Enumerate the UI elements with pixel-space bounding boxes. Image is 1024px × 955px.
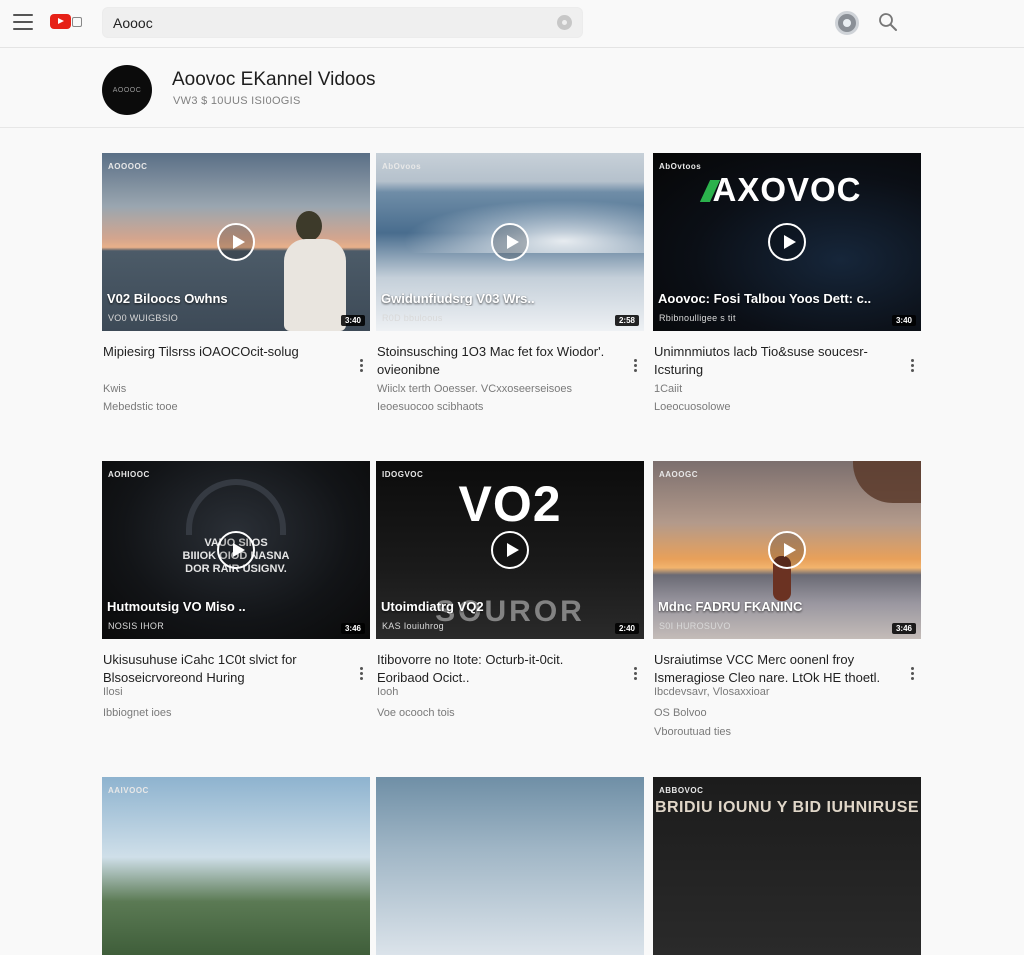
video-title[interactable]: Usraiutimse VCC Merc oonenl froy Ismerag… bbox=[654, 651, 894, 687]
thumbnail-tag: AAOOGC bbox=[659, 470, 698, 479]
video-thumbnail[interactable]: IDOGVOC VO2 SOUROR Utoimdiatrg VQ2 KAS I… bbox=[376, 461, 644, 639]
video-meta-secondary: Ibbiognet ioes bbox=[103, 707, 172, 719]
play-icon[interactable] bbox=[217, 531, 255, 569]
channel-title: Aoovoc EKannel Vidoos bbox=[172, 69, 376, 90]
thumbnail-headline: BRIDIU IOUNU Y BID IUHNIRUSE bbox=[654, 799, 920, 816]
video-thumbnail[interactable]: ABBOVOC BRIDIU IOUNU Y BID IUHNIRUSE bbox=[653, 777, 921, 955]
video-thumbnail[interactable]: AAOOGC Mdnc FADRU FKANINC S0I HUROSUVO 3… bbox=[653, 461, 921, 639]
video-meta-secondary: OS Bolvoo bbox=[654, 707, 707, 719]
more-options-icon[interactable] bbox=[360, 359, 364, 373]
video-thumbnail[interactable]: AbOvoos Gwidunfiudsrg V03 Wrs.. R0D bbul… bbox=[376, 153, 644, 331]
video-title[interactable]: Ukisusuhuse iCahc 1C0t slvict for Blsose… bbox=[103, 651, 343, 687]
more-options-icon[interactable] bbox=[634, 359, 638, 373]
account-avatar-icon[interactable] bbox=[835, 11, 859, 35]
more-options-icon[interactable] bbox=[360, 667, 364, 681]
video-meta: Ibcdevsavr, Vlosaxxioar bbox=[654, 686, 770, 698]
play-icon[interactable] bbox=[768, 531, 806, 569]
thumbnail-caption: Utoimdiatrg VQ2 bbox=[381, 599, 484, 614]
play-icon[interactable] bbox=[217, 223, 255, 261]
thumbnail-caption: V02 Biloocs Owhns bbox=[107, 291, 228, 306]
thumbnail-subcaption: S0I HUROSUVO bbox=[659, 621, 731, 631]
video-thumbnail[interactable] bbox=[376, 777, 644, 955]
thumbnail-caption: Aoovoc: Fosi Talbou Yoos Dett: c.. bbox=[658, 291, 872, 306]
channel-subtitle: VW3 $ 10UUS ISI0OGIS bbox=[173, 95, 301, 107]
top-bar bbox=[0, 0, 1024, 48]
more-options-icon[interactable] bbox=[911, 359, 915, 373]
thumbnail-tag: ABBOVOC bbox=[659, 786, 704, 795]
video-meta: Iooh bbox=[377, 686, 399, 698]
thumbnail-subcaption: Rbibnoulligee s tit bbox=[659, 313, 736, 323]
thumbnail-tag: AOOOOC bbox=[108, 162, 148, 171]
thumbnail-caption: Hutmoutsig VO Miso .. bbox=[107, 599, 246, 614]
thumbnail-tag: AbOvoos bbox=[382, 162, 422, 171]
thumbnail-tag: AbOvtoos bbox=[659, 162, 702, 171]
video-meta-secondary: Mebedstic tooe bbox=[103, 401, 178, 413]
thumbnail-tag: AOHIOOC bbox=[108, 470, 150, 479]
logo-icon[interactable] bbox=[50, 13, 84, 31]
channel-header: AOOOC Aoovoc EKannel Vidoos VW3 $ 10UUS … bbox=[0, 48, 1024, 128]
thumbnail-subcaption: VO0 WUIGBSIO bbox=[108, 313, 179, 323]
thumbnail-subcaption: R0D bbuloous bbox=[382, 313, 443, 323]
video-thumbnail[interactable]: AAIVOOC bbox=[102, 777, 370, 955]
thumbnail-headline: VO2 bbox=[458, 476, 562, 532]
video-title[interactable]: Itibovorre no Itote: Octurb-it-0cit. Eor… bbox=[377, 651, 617, 687]
duration-badge: 3:46 bbox=[891, 623, 916, 634]
video-meta-secondary: Ieoesuocoo scibhaots bbox=[377, 401, 484, 413]
thumbnail-caption: Gwidunfiudsrg V03 Wrs.. bbox=[381, 291, 535, 306]
video-thumbnail[interactable]: AbOvtoos AXOVOC Aoovoc: Fosi Talbou Yoos… bbox=[653, 153, 921, 331]
channel-avatar-text: AOOOC bbox=[112, 86, 142, 94]
duration-badge: 2:58 bbox=[614, 315, 639, 326]
play-icon[interactable] bbox=[768, 223, 806, 261]
video-meta-secondary: Loeocuosolowe bbox=[654, 401, 731, 413]
video-title[interactable]: Mipiesirg Tilsrss iOAOCOcit-solug bbox=[103, 343, 343, 361]
play-icon[interactable] bbox=[491, 531, 529, 569]
video-meta-tertiary: Vboroutuad ties bbox=[654, 726, 732, 738]
search-icon[interactable] bbox=[878, 12, 898, 32]
search-box bbox=[102, 7, 583, 38]
video-meta-secondary: Voe ocooch tois bbox=[377, 707, 455, 719]
duration-badge: 3:40 bbox=[340, 315, 365, 326]
thumbnail-headline: AXOVOC bbox=[712, 171, 862, 208]
duration-badge: 3:46 bbox=[340, 623, 365, 634]
more-options-icon[interactable] bbox=[911, 667, 915, 681]
play-icon[interactable] bbox=[491, 223, 529, 261]
video-meta: Ilosi bbox=[103, 686, 123, 698]
thumbnail-tag: AAIVOOC bbox=[108, 786, 149, 795]
search-input[interactable] bbox=[113, 8, 543, 37]
video-thumbnail[interactable]: AOHIOOC VAUO SIIOS BIIIOK OIOD NASNA DOR… bbox=[102, 461, 370, 639]
thumbnail-subcaption: NOSIS IHOR bbox=[108, 621, 165, 631]
thumbnail-caption: Mdnc FADRU FKANINC bbox=[658, 599, 803, 614]
video-meta: Kwis bbox=[103, 383, 127, 395]
video-title[interactable]: Unimnmiutos lacb Tio&suse soucesr-Icstur… bbox=[654, 343, 894, 379]
clear-search-icon[interactable] bbox=[557, 15, 572, 30]
more-options-icon[interactable] bbox=[634, 667, 638, 681]
thumbnail-subcaption: KAS Iouiuhrog bbox=[382, 621, 444, 631]
video-meta: Wiiclx terth Ooesser. VCxxoseerseisoes bbox=[377, 383, 573, 395]
video-title[interactable]: Stoinsusching 1O3 Mac fet fox Wiodor'. o… bbox=[377, 343, 617, 379]
video-thumbnail[interactable]: AOOOOC V02 Biloocs Owhns VO0 WUIGBSIO 3:… bbox=[102, 153, 370, 331]
video-meta: 1Caiit bbox=[654, 383, 683, 395]
duration-badge: 2:40 bbox=[614, 623, 639, 634]
hamburger-menu-icon[interactable] bbox=[13, 14, 33, 30]
channel-avatar[interactable]: AOOOC bbox=[102, 65, 152, 115]
duration-badge: 3:40 bbox=[891, 315, 916, 326]
